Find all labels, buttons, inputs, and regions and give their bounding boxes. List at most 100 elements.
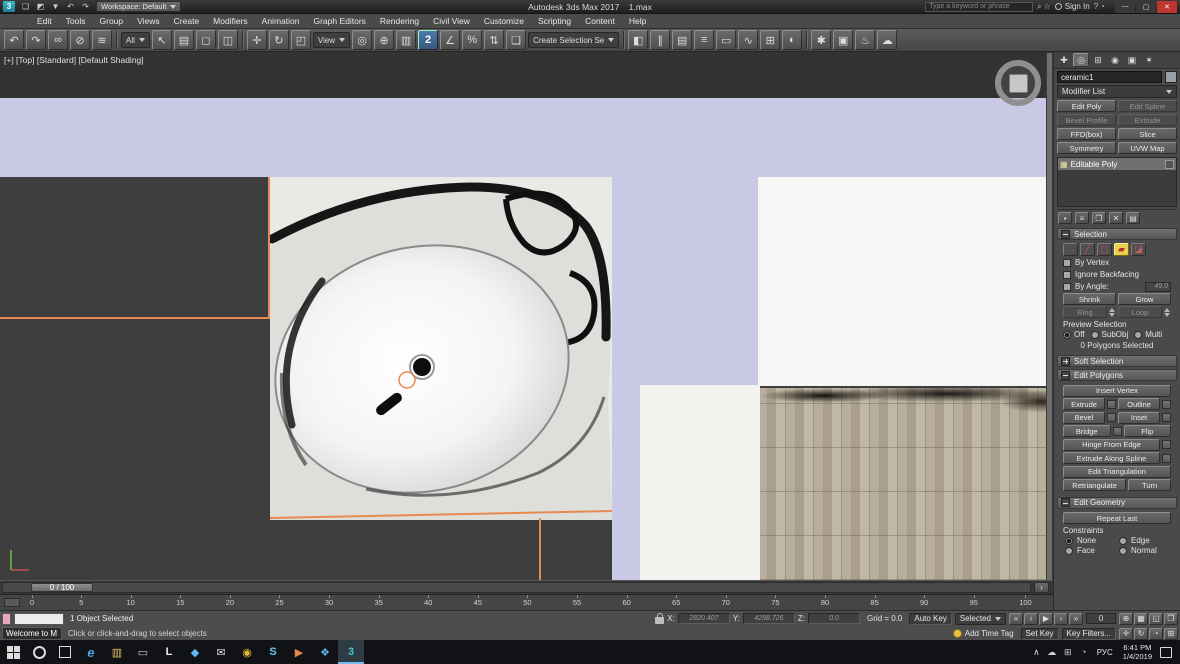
- taskbar-skype[interactable]: S: [260, 640, 286, 664]
- ignore-backfacing-checkbox[interactable]: Ignore Backfacing: [1063, 269, 1171, 280]
- taskbar-media[interactable]: ▶: [286, 640, 312, 664]
- app-logo[interactable]: 3: [3, 1, 15, 12]
- ring-spinner[interactable]: [1108, 308, 1116, 317]
- track-bar[interactable]: 0510152025303540455055606570758085909510…: [0, 594, 1053, 610]
- subobject-border-icon[interactable]: ▢: [1097, 243, 1112, 256]
- ffd-box-button[interactable]: FFD(box): [1057, 128, 1116, 140]
- window-crossing-icon[interactable]: ◫: [218, 30, 238, 50]
- bevel-settings-button[interactable]: [1107, 413, 1116, 422]
- pin-stack-icon[interactable]: ▪: [1058, 212, 1072, 224]
- rectangular-selection-icon[interactable]: ◻: [196, 30, 216, 50]
- pan-icon[interactable]: ✛: [1119, 628, 1133, 640]
- play-button[interactable]: ▶: [1039, 613, 1053, 625]
- angle-value-field[interactable]: 49.0: [1145, 282, 1171, 292]
- outline-settings-button[interactable]: [1162, 400, 1171, 409]
- subobject-element-icon[interactable]: ◪: [1131, 243, 1146, 256]
- select-and-scale-icon[interactable]: ◰: [291, 30, 311, 50]
- menu-item[interactable]: Civil View: [426, 14, 477, 28]
- maxscript-mini-listener[interactable]: [14, 613, 64, 625]
- menu-item[interactable]: Graph Editors: [306, 14, 372, 28]
- key-mode-dropdown[interactable]: Selected: [955, 613, 1006, 625]
- taskbar-defender[interactable]: ◆: [182, 640, 208, 664]
- taskbar-chrome[interactable]: ◉: [234, 640, 260, 664]
- go-to-start-button[interactable]: «: [1009, 613, 1023, 625]
- workspace-dropdown[interactable]: Workspace: Default: [96, 1, 181, 12]
- selection-filter-dropdown[interactable]: All: [121, 32, 150, 48]
- render-setup-icon[interactable]: ✱: [811, 30, 831, 50]
- favorites-icon[interactable]: ☆: [1044, 2, 1051, 11]
- tab-create[interactable]: ✚: [1056, 53, 1072, 67]
- outline-button[interactable]: Outline: [1118, 398, 1160, 410]
- mirror-icon[interactable]: ◧: [628, 30, 648, 50]
- tab-utilities[interactable]: ✶: [1141, 53, 1157, 67]
- soft-selection-rollout-header[interactable]: Soft Selection: [1057, 355, 1177, 367]
- time-slider-handle[interactable]: 0 / 100: [31, 583, 93, 592]
- menu-item[interactable]: Customize: [477, 14, 531, 28]
- menu-item[interactable]: Edit: [30, 14, 59, 28]
- save-file-icon[interactable]: ▼: [49, 1, 62, 12]
- snaps-toggle-icon[interactable]: 2: [418, 30, 438, 50]
- stack-item-editable-poly[interactable]: ▦ Editable Poly: [1058, 158, 1176, 170]
- set-key-button[interactable]: Set Key: [1021, 628, 1059, 640]
- taskbar-code[interactable]: ❖: [312, 640, 338, 664]
- shrink-button[interactable]: Shrink: [1063, 293, 1116, 305]
- angle-snap-icon[interactable]: ∠: [440, 30, 460, 50]
- tab-hierarchy[interactable]: ⊞: [1090, 53, 1106, 67]
- search-icon[interactable]: ⌕: [1037, 2, 1041, 12]
- key-filters-button[interactable]: Key Filters...: [1062, 628, 1116, 640]
- view-cube-top-face[interactable]: [1009, 74, 1028, 93]
- object-color-swatch[interactable]: [1165, 71, 1177, 83]
- named-selection-sets-icon[interactable]: ❑: [506, 30, 526, 50]
- edit-polygons-rollout-header[interactable]: Edit Polygons: [1057, 369, 1177, 381]
- preview-off-radio[interactable]: [1063, 331, 1071, 339]
- task-view-button[interactable]: [52, 640, 78, 664]
- tray-icon-2[interactable]: ⊞: [1060, 647, 1076, 658]
- macro-recorder-listener[interactable]: [2, 613, 11, 625]
- subobject-polygon-icon[interactable]: ▰: [1114, 243, 1129, 256]
- x-coordinate-field[interactable]: 2820.407: [678, 613, 730, 624]
- named-selection-sets-dropdown[interactable]: Create Selection Se: [528, 32, 619, 48]
- menu-item[interactable]: Views: [130, 14, 167, 28]
- bathtub-object[interactable]: [270, 177, 612, 520]
- turn-button[interactable]: Turn: [1128, 479, 1171, 491]
- menu-item[interactable]: Modifiers: [206, 14, 254, 28]
- taskbar-explorer[interactable]: ▥: [104, 640, 130, 664]
- minimize-button[interactable]: —: [1115, 1, 1135, 13]
- menu-item[interactable]: Create: [167, 14, 207, 28]
- edit-poly-button[interactable]: Edit Poly: [1057, 100, 1116, 112]
- open-file-icon[interactable]: ◩: [34, 1, 47, 12]
- auto-key-button[interactable]: Auto Key: [909, 613, 951, 625]
- menu-item[interactable]: Tools: [59, 14, 93, 28]
- constraint-face-radio[interactable]: [1065, 547, 1073, 555]
- select-and-move-icon[interactable]: ✛: [247, 30, 267, 50]
- edit-geometry-rollout-header[interactable]: Edit Geometry: [1057, 497, 1177, 509]
- repeat-last-button[interactable]: Repeat Last: [1063, 512, 1171, 524]
- current-frame-field[interactable]: 0: [1086, 613, 1116, 624]
- flip-button[interactable]: Flip: [1124, 425, 1172, 437]
- tray-icon-1[interactable]: ☁: [1044, 647, 1060, 658]
- panel-scrollbar[interactable]: [1046, 52, 1053, 610]
- modifier-list-dropdown[interactable]: Modifier List: [1057, 85, 1177, 98]
- subobject-vertex-icon[interactable]: ∴: [1063, 243, 1078, 256]
- extrude-button[interactable]: Extrude: [1063, 398, 1105, 410]
- select-by-name-icon[interactable]: ▤: [174, 30, 194, 50]
- community-icon[interactable]: ◔: [1100, 2, 1105, 11]
- redo-icon[interactable]: ↷: [26, 30, 46, 50]
- taskbar-store[interactable]: ▭: [130, 640, 156, 664]
- bridge-settings-button[interactable]: [1113, 427, 1122, 436]
- select-and-manipulate-icon[interactable]: ⊕: [374, 30, 394, 50]
- by-angle-checkbox[interactable]: By Angle: 49.0: [1063, 281, 1171, 292]
- preview-subobj-radio[interactable]: [1091, 331, 1099, 339]
- time-slider-track[interactable]: 0 / 100: [2, 582, 1031, 593]
- action-center-icon[interactable]: [1160, 647, 1172, 658]
- inset-button[interactable]: Inset: [1118, 412, 1160, 424]
- menu-item[interactable]: Content: [578, 14, 622, 28]
- keyboard-override-icon[interactable]: ▥: [396, 30, 416, 50]
- maximize-button[interactable]: ▢: [1136, 1, 1156, 13]
- zoom-region-icon[interactable]: ◱: [1149, 613, 1163, 625]
- use-pivot-center-icon[interactable]: ◎: [352, 30, 372, 50]
- symmetry-button[interactable]: Symmetry: [1057, 142, 1116, 154]
- rendered-frame-icon[interactable]: ▣: [833, 30, 853, 50]
- taskbar-app-l[interactable]: L: [156, 640, 182, 664]
- tray-icon-3[interactable]: ◔: [1076, 647, 1092, 657]
